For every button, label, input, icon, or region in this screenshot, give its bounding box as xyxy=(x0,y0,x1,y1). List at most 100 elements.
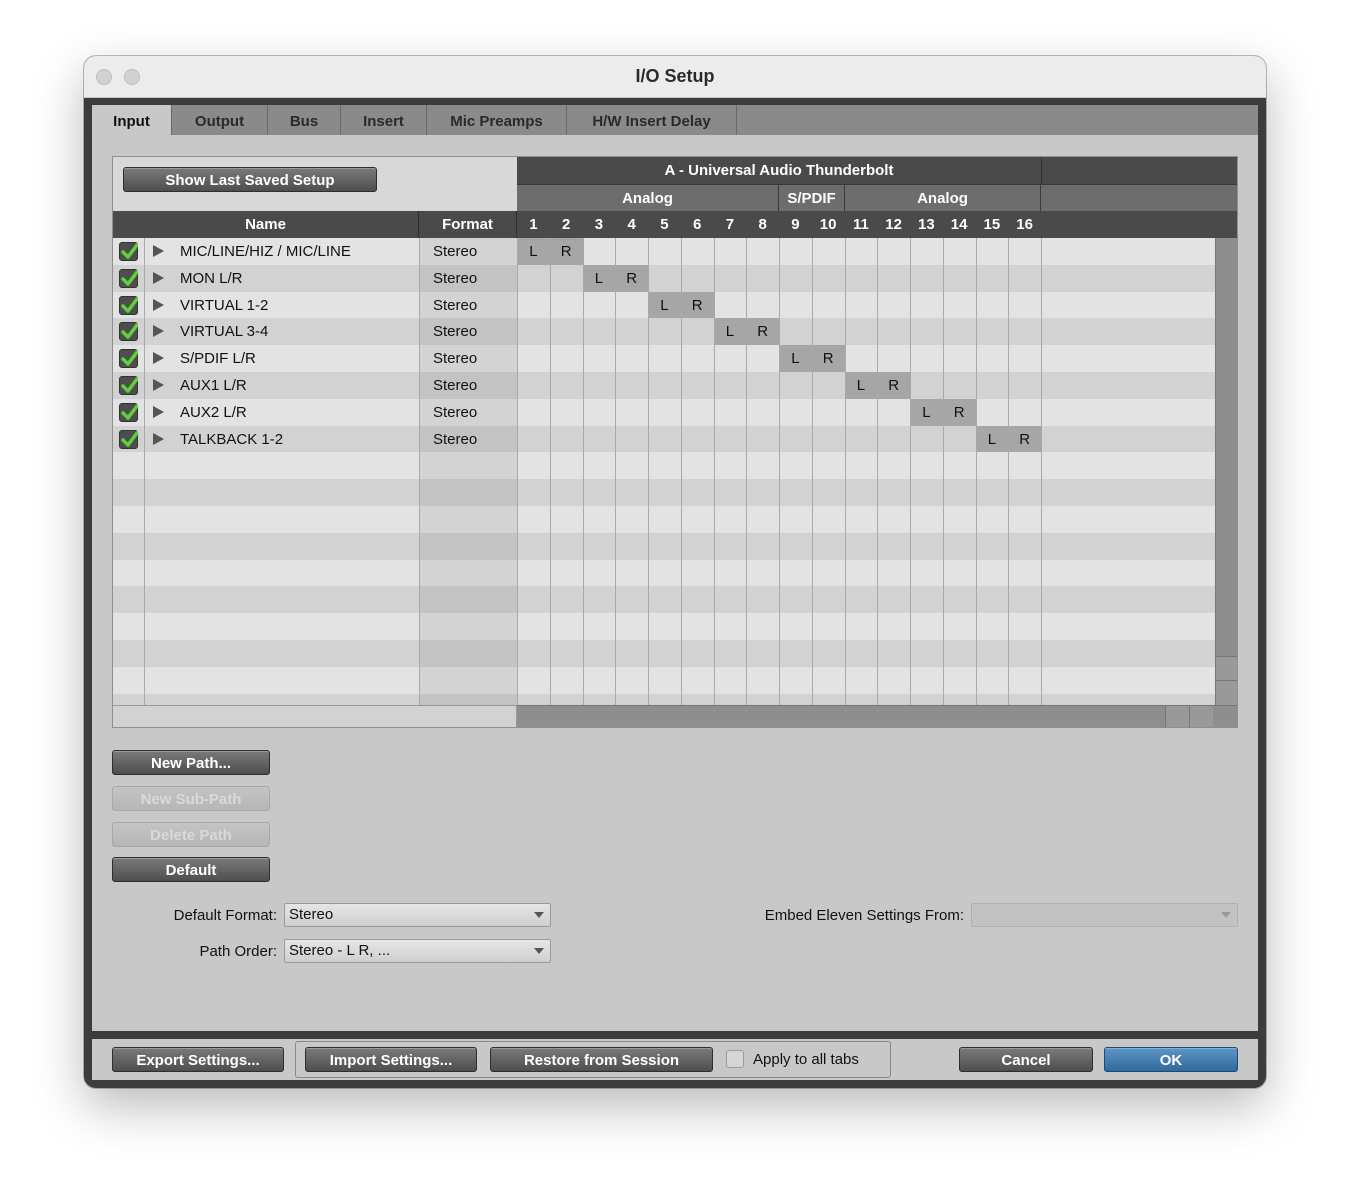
channel-assign-right[interactable]: R xyxy=(615,264,648,292)
path-row[interactable]: VIRTUAL 3-4 Stereo L R xyxy=(113,318,1215,346)
embed-settings-select[interactable] xyxy=(971,903,1238,927)
horizontal-scrollbar[interactable] xyxy=(517,705,1237,727)
grid-divider xyxy=(746,238,748,705)
path-name[interactable]: VIRTUAL 3-4 xyxy=(180,318,268,345)
channel-assign-left[interactable]: L xyxy=(713,318,747,346)
path-format: Stereo xyxy=(433,377,478,394)
path-name[interactable]: MIC/LINE/HIZ / MIC/LINE xyxy=(180,238,351,265)
path-format: Stereo xyxy=(433,269,478,287)
path-name[interactable]: S/PDIF L/R xyxy=(180,345,256,372)
new-path-button[interactable]: New Path... xyxy=(112,750,270,775)
scroll-down-arrow[interactable] xyxy=(1216,680,1237,705)
grid-divider xyxy=(942,238,944,705)
channel-assign-right[interactable]: R xyxy=(877,372,910,399)
cancel-button[interactable]: Cancel xyxy=(959,1047,1093,1072)
channel-header: 1 xyxy=(529,216,538,233)
default-button[interactable]: Default xyxy=(112,857,270,882)
path-enabled-checkbox[interactable] xyxy=(119,376,138,395)
disclosure-triangle-icon[interactable] xyxy=(153,271,164,284)
channel-assign-left[interactable]: L xyxy=(844,372,878,399)
path-name[interactable]: AUX2 L/R xyxy=(180,399,247,426)
apply-all-tabs-checkbox[interactable] xyxy=(726,1050,744,1068)
tab-hw-insert-delay[interactable]: H/W Insert Delay xyxy=(567,105,737,135)
new-sub-path-button[interactable]: New Sub-Path xyxy=(112,786,270,811)
channel-assign-left[interactable]: L xyxy=(975,425,1009,453)
restore-from-session-button[interactable]: Restore from Session xyxy=(490,1047,713,1072)
tab-insert[interactable]: Insert xyxy=(341,105,427,135)
format-column-bg xyxy=(419,613,517,641)
path-row[interactable]: MON L/R Stereo L R xyxy=(113,264,1215,292)
path-enabled-checkbox[interactable] xyxy=(119,268,138,288)
tab-bus[interactable]: Bus xyxy=(268,105,341,135)
show-last-saved-button[interactable]: Show Last Saved Setup xyxy=(123,167,377,192)
channel-assign-right[interactable]: R xyxy=(680,291,714,319)
channel-assign-left[interactable]: L xyxy=(910,398,943,426)
channel-assign-right[interactable]: R xyxy=(942,398,976,426)
channel-header: 11 xyxy=(852,216,869,233)
group-analog-1: Analog xyxy=(517,184,779,211)
checkmark-icon xyxy=(121,243,138,259)
path-name[interactable]: MON L/R xyxy=(180,265,243,292)
channel-assign-right[interactable]: R xyxy=(746,318,779,346)
delete-path-button[interactable]: Delete Path xyxy=(112,822,270,847)
disclosure-triangle-icon[interactable] xyxy=(153,245,164,257)
disclosure-triangle-icon[interactable] xyxy=(153,352,164,365)
channel-header: 15 xyxy=(983,216,1001,233)
channel-assign-left[interactable]: L xyxy=(779,345,812,373)
channel-assign-right[interactable]: R xyxy=(1008,425,1041,453)
channel-header: 2 xyxy=(561,216,571,233)
title-bar: I/O Setup xyxy=(84,56,1266,98)
empty-row xyxy=(113,586,1215,614)
path-row[interactable]: AUX2 L/R Stereo L R xyxy=(113,398,1215,426)
path-name[interactable]: TALKBACK 1-2 xyxy=(180,426,283,453)
checkmark-icon xyxy=(121,404,138,420)
scroll-left-arrow[interactable] xyxy=(1165,706,1189,727)
apply-all-tabs-label: Apply to all tabs xyxy=(753,1051,859,1068)
import-settings-button[interactable]: Import Settings... xyxy=(305,1047,477,1072)
channel-header: 10 xyxy=(819,216,837,233)
channel-header: 3 xyxy=(594,216,604,233)
path-name[interactable]: AUX1 L/R xyxy=(180,372,247,399)
path-enabled-checkbox[interactable] xyxy=(119,295,138,315)
path-row[interactable]: MIC/LINE/HIZ / MIC/LINE Stereo L R xyxy=(113,238,1215,265)
grid-divider xyxy=(910,238,911,705)
channel-assign-right[interactable]: R xyxy=(811,345,845,373)
path-enabled-checkbox[interactable] xyxy=(119,429,138,449)
path-enabled-checkbox[interactable] xyxy=(119,242,138,261)
channel-assign-left[interactable]: L xyxy=(582,264,616,292)
disclosure-triangle-icon[interactable] xyxy=(153,405,164,418)
path-format: Stereo xyxy=(433,323,478,341)
path-format: Stereo xyxy=(433,403,478,421)
vertical-scrollbar[interactable] xyxy=(1215,238,1237,706)
path-row[interactable]: TALKBACK 1-2 Stereo L R xyxy=(113,425,1215,453)
input-panel: Show Last Saved Setup A - Universal Audi… xyxy=(92,135,1258,1031)
tab-mic-preamps[interactable]: Mic Preamps xyxy=(427,105,567,135)
scroll-up-arrow[interactable] xyxy=(1216,656,1237,680)
channel-assign-right[interactable]: R xyxy=(549,238,583,265)
grid-divider xyxy=(582,238,584,705)
path-order-select[interactable]: Stereo - L R, ... xyxy=(284,939,551,963)
grid-divider xyxy=(680,238,682,705)
disclosure-triangle-icon[interactable] xyxy=(153,298,164,311)
tab-input[interactable]: Input xyxy=(92,105,172,136)
path-enabled-checkbox[interactable] xyxy=(119,349,138,369)
disclosure-triangle-icon[interactable] xyxy=(153,325,164,338)
path-row[interactable]: VIRTUAL 1-2 Stereo L R xyxy=(113,291,1215,319)
path-enabled-checkbox[interactable] xyxy=(119,322,138,342)
disclosure-triangle-icon[interactable] xyxy=(153,432,164,445)
default-format-select[interactable]: Stereo xyxy=(284,903,551,927)
disclosure-triangle-icon[interactable] xyxy=(153,379,164,391)
io-grid: Show Last Saved Setup A - Universal Audi… xyxy=(112,156,1238,728)
scroll-right-arrow[interactable] xyxy=(1189,706,1213,727)
ok-button[interactable]: OK xyxy=(1104,1047,1238,1072)
path-name[interactable]: VIRTUAL 1-2 xyxy=(180,292,268,319)
tab-output[interactable]: Output xyxy=(172,105,268,135)
export-settings-button[interactable]: Export Settings... xyxy=(112,1047,284,1072)
channel-assign-left[interactable]: L xyxy=(648,291,681,319)
chevron-down-icon xyxy=(534,912,544,918)
path-row[interactable]: AUX1 L/R Stereo L R xyxy=(113,372,1215,399)
channel-header: 6 xyxy=(692,216,702,233)
path-enabled-checkbox[interactable] xyxy=(119,402,138,422)
channel-assign-left[interactable]: L xyxy=(517,238,550,265)
path-row[interactable]: S/PDIF L/R Stereo L R xyxy=(113,345,1215,373)
